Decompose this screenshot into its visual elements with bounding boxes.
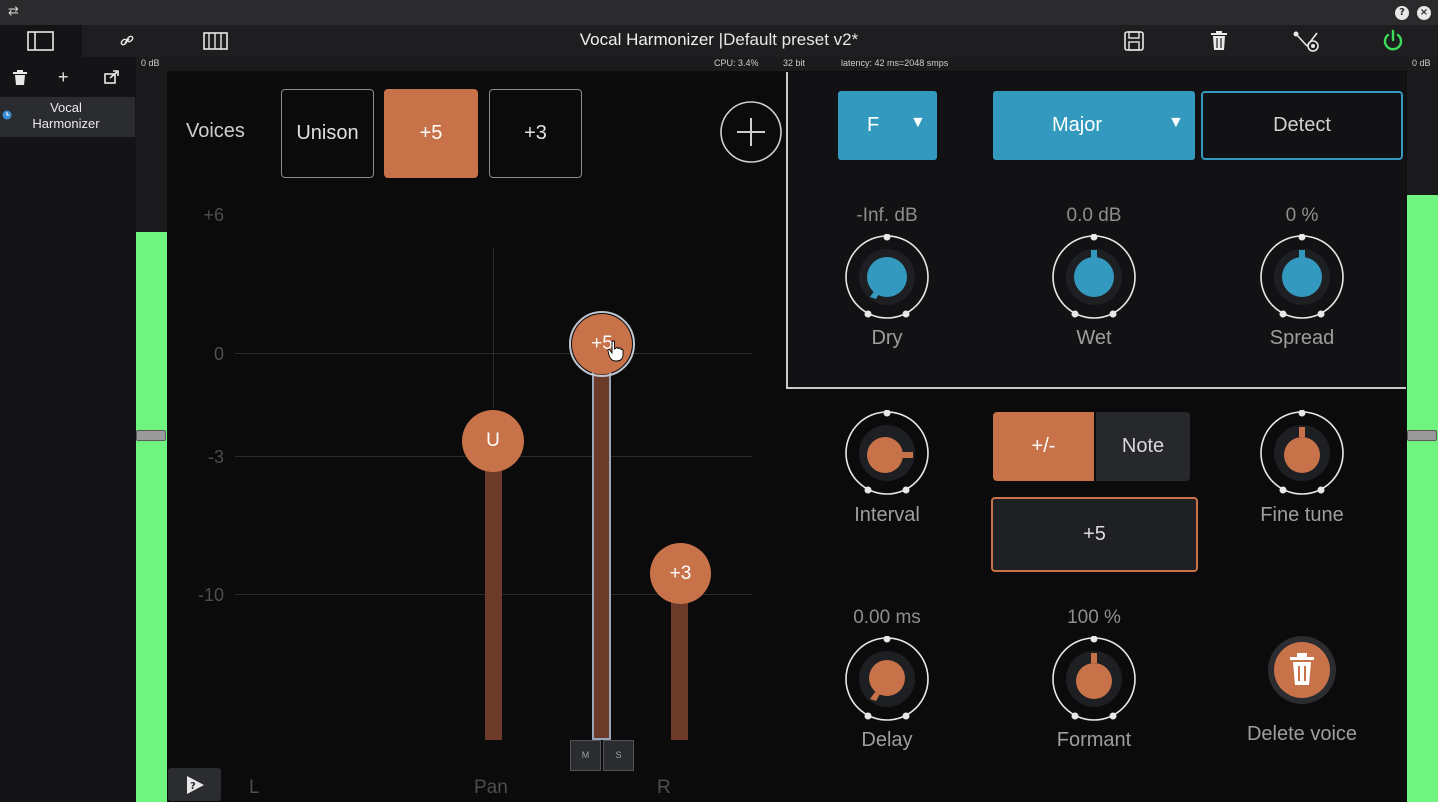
- wet-knob[interactable]: [1051, 234, 1137, 320]
- close-icon[interactable]: ×: [1417, 6, 1431, 20]
- spread-knob[interactable]: [1259, 234, 1345, 320]
- scale-label-minus3: -3: [207, 447, 224, 467]
- interval-mode-relative-button[interactable]: +/-: [993, 412, 1094, 481]
- help-icon[interactable]: ?: [1395, 6, 1409, 20]
- detect-button[interactable]: Detect: [1201, 91, 1403, 160]
- delay-value: 0.00 ms: [853, 607, 921, 628]
- fine-tune-knob[interactable]: [1259, 410, 1345, 496]
- chevron-down-icon: ▼: [910, 114, 926, 131]
- key-note-value: F: [867, 114, 880, 136]
- remove-plugin-icon[interactable]: [13, 70, 27, 85]
- voices-label: Voices: [186, 120, 245, 142]
- dry-value: -Inf. dB: [856, 205, 918, 226]
- voice-button-unison[interactable]: Unison: [281, 89, 374, 178]
- left-level-fill: [136, 232, 167, 802]
- help-tour-button[interactable]: ?: [168, 768, 221, 801]
- add-plugin-icon[interactable]: +: [58, 67, 69, 88]
- play-help-icon: ?: [187, 776, 204, 794]
- fader-knob-unison[interactable]: U: [462, 410, 524, 472]
- pan-right-label: R: [657, 777, 671, 798]
- pan-label: Pan: [474, 777, 508, 798]
- fader-rail-plus5: [592, 345, 611, 740]
- spread-label: Spread: [1269, 327, 1335, 349]
- swap-icon[interactable]: ⇄: [8, 4, 24, 20]
- wet-value: 0.0 dB: [1066, 205, 1122, 226]
- latency-label: latency: 42 ms=2048 smps: [841, 58, 949, 68]
- add-voice-button[interactable]: [719, 100, 783, 164]
- left-db-label: 0 dB: [141, 58, 160, 68]
- delete-voice-button[interactable]: [1267, 635, 1337, 705]
- interval-mode-note-button[interactable]: Note: [1096, 412, 1190, 481]
- routing-icon[interactable]: [1293, 30, 1321, 52]
- clock-icon: [2, 110, 12, 120]
- solo-button[interactable]: S: [603, 740, 634, 771]
- key-note-dropdown[interactable]: F ▼: [838, 91, 937, 160]
- save-icon[interactable]: [1124, 31, 1144, 51]
- power-icon[interactable]: [1382, 29, 1404, 52]
- window-titlebar: [0, 0, 1438, 25]
- right-gain-handle[interactable]: [1407, 430, 1437, 441]
- export-icon[interactable]: [104, 70, 119, 84]
- fader-knob-plus3[interactable]: +3: [650, 543, 711, 604]
- formant-knob[interactable]: [1051, 636, 1137, 722]
- plugin-name-title: Vocal Harmonizer |: [579, 30, 724, 49]
- bit-depth-label: 32 bit: [783, 58, 806, 68]
- spread-value: 0 %: [1285, 205, 1319, 226]
- scale-label-plus6: +6: [203, 205, 224, 225]
- fader-rail-unison: [485, 440, 502, 740]
- pan-left-label: L: [249, 777, 260, 798]
- voice-button-plus3[interactable]: +3: [489, 89, 582, 178]
- preset-name[interactable]: Default preset v2*: [723, 30, 858, 49]
- voice-button-plus5[interactable]: +5: [384, 89, 478, 178]
- cpu-label: CPU: 3.4%: [714, 58, 759, 68]
- interval-value-field[interactable]: +5: [991, 497, 1198, 572]
- dry-label: Dry: [871, 327, 903, 349]
- left-gain-handle[interactable]: [136, 430, 166, 441]
- plugin-list-sidebar: [0, 57, 136, 802]
- interval-knob[interactable]: [844, 410, 930, 496]
- delay-knob[interactable]: [844, 636, 930, 722]
- sidebar-item-label: Vocal Harmonizer: [32, 100, 100, 131]
- right-db-label: 0 dB: [1412, 58, 1431, 68]
- scale-label-0: 0: [213, 344, 224, 364]
- chevron-down-icon: ▼: [1168, 114, 1184, 131]
- formant-value: 100 %: [1067, 607, 1121, 628]
- mute-button[interactable]: M: [570, 740, 601, 771]
- wet-label: Wet: [1076, 327, 1112, 349]
- delete-voice-label: Delete voice: [1246, 723, 1358, 745]
- status-meter-bar: 0 dB CPU: 3.4% 32 bit latency: 42 ms=204…: [136, 57, 1438, 71]
- dry-knob[interactable]: [844, 234, 930, 320]
- right-level-fill: [1407, 195, 1438, 802]
- fine-tune-label: Fine tune: [1260, 504, 1344, 526]
- trash-icon[interactable]: [1211, 31, 1227, 50]
- scale-label-minus10: -10: [197, 585, 224, 605]
- hand-cursor-icon: [607, 340, 624, 362]
- delay-label: Delay: [861, 729, 913, 751]
- pan-center-line: [493, 248, 494, 408]
- scale-dropdown[interactable]: Major ▼: [993, 91, 1195, 160]
- interval-label: Interval: [854, 504, 920, 526]
- formant-label: Formant: [1056, 729, 1132, 751]
- scale-value: Major: [1052, 114, 1103, 136]
- sidebar-item-vocal-harmonizer[interactable]: Vocal Harmonizer: [0, 97, 135, 137]
- svg-text:?: ?: [190, 781, 196, 792]
